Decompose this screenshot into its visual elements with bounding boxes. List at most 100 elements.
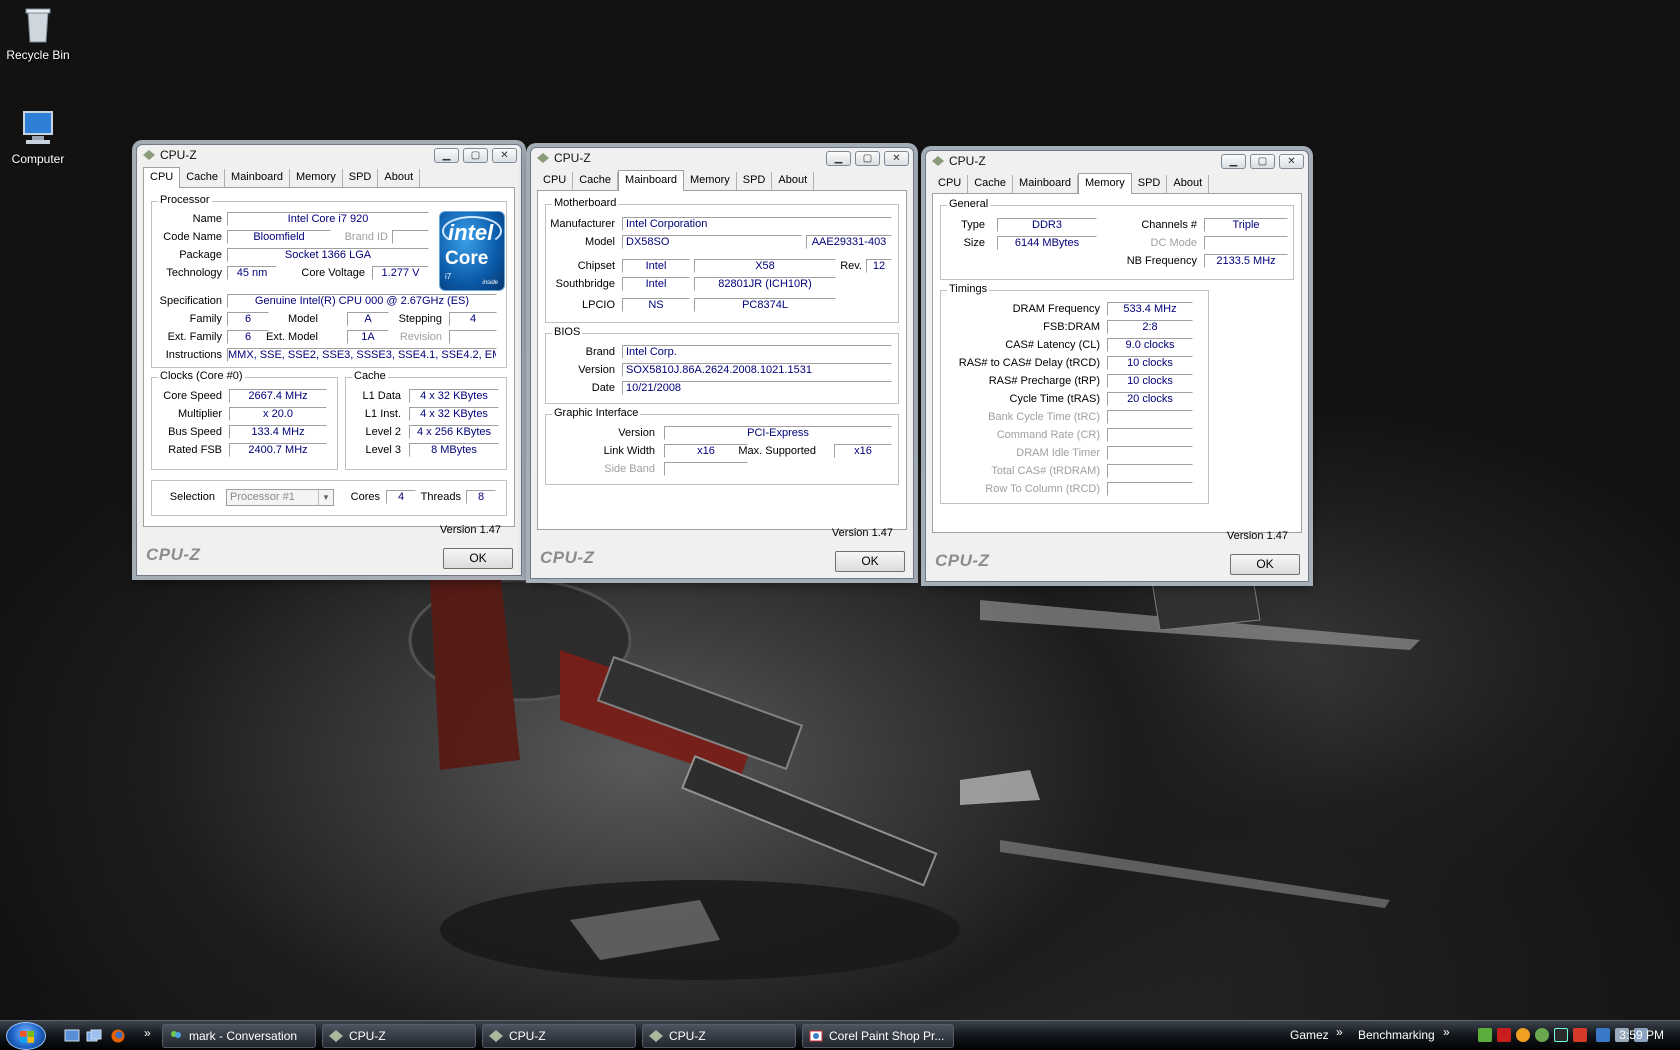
switch-windows-icon[interactable] — [86, 1029, 102, 1043]
maximize-button[interactable]: ▢ — [463, 148, 488, 163]
toolbar-benchmarking[interactable]: Benchmarking — [1358, 1028, 1435, 1042]
minimize-button[interactable]: ▁ — [826, 151, 851, 166]
graphic-version-label: Version — [618, 427, 655, 439]
revision-value — [449, 330, 497, 344]
level2-label: Level 2 — [365, 426, 401, 438]
tab-mainboard[interactable]: Mainboard — [225, 169, 291, 187]
tab-cpu[interactable]: CPU — [537, 172, 574, 190]
tab-spd[interactable]: SPD — [343, 169, 379, 187]
family-value: 6 — [227, 312, 269, 326]
window-title: CPU-Z — [949, 154, 986, 168]
tab-cpu[interactable]: CPU — [932, 175, 969, 193]
desktop-icon-recycle-bin[interactable]: Recycle Bin — [0, 4, 76, 62]
ok-button[interactable]: OK — [835, 551, 905, 572]
maximize-button[interactable]: ▢ — [1250, 154, 1275, 169]
maxsupported-value: x16 — [834, 444, 892, 458]
dcmode-value — [1204, 236, 1288, 250]
toolbar-benchmarking-chevron[interactable]: » — [1443, 1025, 1450, 1039]
corevoltage-value: 1.277 V — [372, 266, 429, 280]
timing-label: Command Rate (CR) — [996, 429, 1100, 441]
bios-version-label: Version — [578, 364, 615, 376]
technology-value: 45 nm — [227, 266, 277, 280]
tab-spd[interactable]: SPD — [737, 172, 773, 190]
version-text: Version 1.47 — [1226, 530, 1288, 542]
taskbar-button-cpuz-1[interactable]: CPU-Z — [322, 1024, 476, 1048]
monitor-icon[interactable] — [1554, 1028, 1568, 1042]
timing-label: Bank Cycle Time (tRC) — [988, 411, 1100, 423]
close-button[interactable]: ✕ — [1279, 154, 1304, 169]
close-button[interactable]: ✕ — [492, 148, 517, 163]
ati-icon[interactable] — [1497, 1028, 1511, 1042]
gear-icon[interactable] — [1535, 1028, 1549, 1042]
computer-icon — [18, 108, 58, 148]
sun-icon[interactable] — [1516, 1028, 1530, 1042]
timing-label: Cycle Time (tRAS) — [1009, 393, 1100, 405]
tab-cpu[interactable]: CPU — [143, 167, 181, 188]
chevron-down-icon: ▼ — [318, 490, 333, 505]
display-settings-icon[interactable] — [1596, 1028, 1610, 1042]
title-bar[interactable]: CPU-Z ▁ ▢ ✕ — [926, 151, 1308, 171]
processor-select[interactable]: Processor #1 ▼ — [226, 489, 334, 506]
window-title: CPU-Z — [160, 148, 197, 162]
tab-about[interactable]: About — [378, 169, 421, 187]
minimize-button[interactable]: ▁ — [434, 148, 459, 163]
extmodel-value: 1A — [347, 330, 389, 344]
cpuz-app-icon — [489, 1030, 503, 1042]
maxsupported-label: Max. Supported — [738, 445, 816, 457]
title-bar[interactable]: CPU-Z ▁ ▢ ✕ — [531, 148, 913, 168]
timings-group: Timings DRAM Frequency 533.4 MHz FSB:DRAM 2… — [940, 283, 1209, 504]
clock[interactable]: 3:59 PM — [1619, 1028, 1664, 1042]
minimize-button[interactable]: ▁ — [1221, 154, 1246, 169]
timing-value: 9.0 clocks — [1107, 338, 1193, 352]
size-value: 6144 MBytes — [997, 236, 1097, 250]
title-bar[interactable]: CPU-Z ▁ ▢ ✕ — [137, 145, 521, 165]
tab-cache[interactable]: Cache — [180, 169, 226, 187]
toolbar-gamez[interactable]: Gamez — [1290, 1028, 1329, 1042]
red-alert-icon[interactable] — [1573, 1028, 1587, 1042]
cpuz-window-cpu: CPU-Z ▁ ▢ ✕ CPU Cache Mainboard Memory SPD Ab… — [136, 144, 522, 576]
specification-value: Genuine Intel(R) CPU 000 @ 2.67GHz (ES) — [227, 294, 497, 308]
chipset-vendor-value: Intel — [622, 259, 690, 273]
ok-button[interactable]: OK — [1230, 554, 1300, 575]
tab-memory[interactable]: Memory — [290, 169, 343, 187]
tab-mainboard[interactable]: Mainboard — [1013, 175, 1079, 193]
tab-memory[interactable]: Memory — [684, 172, 737, 190]
timing-value: 533.4 MHz — [1107, 302, 1193, 316]
revision-label: Revision — [399, 331, 442, 343]
cpuz-brand: CPU-Z — [146, 545, 201, 564]
messenger-icon — [171, 1031, 181, 1038]
tab-cache[interactable]: Cache — [968, 175, 1014, 193]
paintshop-icon — [809, 1030, 823, 1042]
l1data-value: 4 x 32 KBytes — [409, 389, 499, 403]
maximize-button[interactable]: ▢ — [855, 151, 880, 166]
tab-mainboard[interactable]: Mainboard — [618, 170, 685, 191]
toolbar-gamez-chevron[interactable]: » — [1336, 1025, 1343, 1039]
cpuz-brand: CPU-Z — [540, 548, 595, 567]
tab-bar: CPU Cache Mainboard Memory SPD About — [537, 170, 815, 191]
show-desktop-icon[interactable] — [64, 1029, 80, 1043]
intel-core-i7-logo: intel Core i7 inside — [439, 211, 505, 291]
ok-button[interactable]: OK — [443, 548, 513, 569]
tab-memory[interactable]: Memory — [1078, 173, 1132, 194]
network-users-icon[interactable] — [1478, 1028, 1492, 1042]
taskbar-button-conversation[interactable]: mark - Conversation — [162, 1024, 316, 1048]
desktop-icon-computer[interactable]: Computer — [0, 108, 76, 166]
tab-spd[interactable]: SPD — [1132, 175, 1168, 193]
brandid-label: Brand ID — [344, 231, 388, 243]
size-label: Size — [963, 237, 985, 249]
processor-group: Processor Name Intel Core i7 920 Code Na… — [151, 194, 507, 368]
quicklaunch-overflow-chevron[interactable]: » — [144, 1026, 151, 1040]
tab-about[interactable]: About — [1167, 175, 1210, 193]
firefox-icon[interactable] — [110, 1029, 126, 1043]
linkwidth-value: x16 — [664, 444, 748, 458]
threads-value: 8 — [466, 490, 496, 504]
taskbar-button-paintshop[interactable]: Corel Paint Shop Pr... — [802, 1024, 954, 1048]
tab-cache[interactable]: Cache — [573, 172, 619, 190]
tab-about[interactable]: About — [772, 172, 815, 190]
cpuz-app-icon — [537, 153, 549, 163]
taskbar-button-cpuz-2[interactable]: CPU-Z — [482, 1024, 636, 1048]
taskbar-button-cpuz-3[interactable]: CPU-Z — [642, 1024, 796, 1048]
start-button[interactable] — [6, 1022, 46, 1050]
close-button[interactable]: ✕ — [884, 151, 909, 166]
group-label: Cache — [352, 370, 388, 382]
